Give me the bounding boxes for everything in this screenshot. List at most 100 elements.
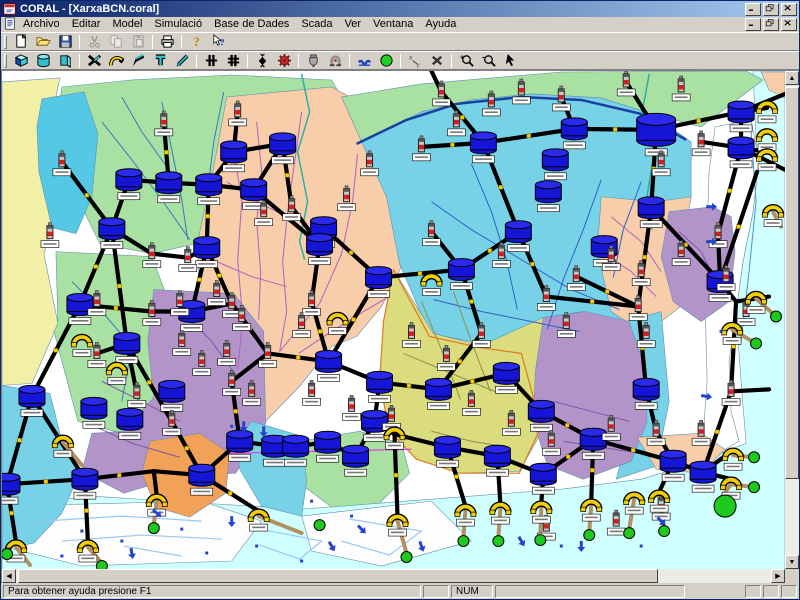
pipe-joint[interactable] bbox=[697, 119, 701, 123]
outlet-symbol[interactable] bbox=[493, 536, 504, 547]
control-valve-button[interactable] bbox=[251, 52, 273, 69]
tank-symbol[interactable] bbox=[535, 181, 561, 212]
pipe-joint[interactable] bbox=[470, 379, 474, 383]
outlet-symbol[interactable] bbox=[535, 535, 546, 546]
pipe-joint[interactable] bbox=[217, 274, 221, 278]
pointer-button[interactable] bbox=[499, 52, 521, 69]
tank-cylinder-button[interactable] bbox=[32, 52, 54, 69]
pipe-joint[interactable] bbox=[394, 473, 398, 477]
pump-curve-button[interactable] bbox=[105, 52, 127, 69]
pipe-joint[interactable] bbox=[469, 300, 473, 304]
tank-symbol[interactable] bbox=[316, 350, 342, 381]
print-button[interactable] bbox=[156, 33, 178, 50]
tank-symbol[interactable] bbox=[270, 133, 296, 164]
pipe-joint[interactable] bbox=[458, 359, 462, 363]
pipe-joint[interactable] bbox=[590, 300, 594, 304]
tank-symbol[interactable] bbox=[283, 435, 309, 466]
tank-symbol[interactable] bbox=[470, 132, 496, 163]
outlet-symbol[interactable] bbox=[751, 338, 762, 349]
menu-item-ver[interactable]: Ver bbox=[339, 17, 368, 32]
outlet-symbol[interactable] bbox=[458, 536, 469, 547]
pipe-joint[interactable] bbox=[565, 423, 569, 427]
restore-button[interactable] bbox=[763, 3, 779, 16]
pipe-joint[interactable] bbox=[613, 127, 617, 131]
pipe-joint[interactable] bbox=[234, 409, 238, 413]
tank-symbol[interactable] bbox=[116, 169, 142, 200]
tank-symbol[interactable] bbox=[493, 362, 519, 393]
tank-symbol[interactable] bbox=[156, 172, 182, 203]
pipe-joint[interactable] bbox=[460, 115, 464, 119]
pipe-joint[interactable] bbox=[94, 265, 98, 269]
pipe-joint[interactable] bbox=[114, 306, 118, 310]
pipe-pen-button[interactable] bbox=[127, 52, 149, 69]
open-folder-button[interactable] bbox=[32, 33, 54, 50]
tank-symbol[interactable] bbox=[99, 218, 125, 249]
tank-symbol[interactable] bbox=[81, 397, 107, 428]
pipe-joint[interactable] bbox=[54, 348, 58, 352]
tank-symbol[interactable] bbox=[425, 378, 451, 409]
menu-item-ventana[interactable]: Ventana bbox=[367, 17, 419, 32]
reservoir-prism-button[interactable] bbox=[54, 52, 76, 69]
zoom-in-button[interactable]: + bbox=[455, 52, 477, 69]
pipe-joint[interactable] bbox=[643, 255, 647, 259]
gear-button[interactable] bbox=[273, 52, 295, 69]
outlet-symbol[interactable] bbox=[314, 520, 325, 531]
outlet-symbol[interactable] bbox=[148, 523, 159, 534]
pipe-joint[interactable] bbox=[117, 284, 121, 288]
tank-symbol[interactable] bbox=[189, 464, 215, 495]
pipe-joint[interactable] bbox=[17, 438, 21, 442]
pipe-joint[interactable] bbox=[117, 473, 121, 477]
pipe-joint[interactable] bbox=[715, 430, 719, 434]
tank-symbol[interactable] bbox=[343, 445, 369, 476]
pipe-joint[interactable] bbox=[44, 480, 48, 484]
pipe-joint[interactable] bbox=[296, 355, 300, 359]
tank-symbol[interactable] bbox=[728, 101, 754, 132]
menu-item-archivo[interactable]: Archivo bbox=[17, 17, 66, 32]
tank-symbol[interactable] bbox=[434, 436, 460, 467]
draw-line-button[interactable] bbox=[171, 52, 193, 69]
pipe-joint[interactable] bbox=[450, 143, 454, 147]
pipe-segment[interactable] bbox=[731, 389, 769, 391]
pipe-joint[interactable] bbox=[228, 491, 232, 495]
scroll-up-button[interactable]: ▲ bbox=[785, 71, 799, 85]
tank-symbol[interactable] bbox=[366, 267, 392, 298]
plug-button[interactable] bbox=[302, 52, 324, 69]
coordinates-button[interactable]: xy bbox=[404, 52, 426, 69]
minimize-button[interactable] bbox=[745, 3, 761, 16]
pipe-joint[interactable] bbox=[631, 448, 635, 452]
pipe-joint[interactable] bbox=[9, 511, 13, 515]
outlet-symbol[interactable] bbox=[624, 528, 635, 539]
tank-symbol[interactable] bbox=[367, 371, 393, 402]
pipe-segment[interactable] bbox=[154, 471, 157, 496]
delete-x-button[interactable] bbox=[426, 52, 448, 69]
tank-symbol[interactable] bbox=[542, 149, 568, 180]
vertical-scroll-track[interactable] bbox=[785, 481, 799, 555]
outlet-symbol[interactable] bbox=[584, 530, 595, 541]
tank-symbol[interactable] bbox=[484, 445, 510, 476]
help-button[interactable]: ? bbox=[185, 33, 207, 50]
scroll-left-button[interactable]: ◀ bbox=[2, 569, 16, 583]
tank-symbol[interactable] bbox=[315, 431, 341, 462]
scroll-right-button[interactable]: ▶ bbox=[771, 569, 785, 583]
pipe-joint[interactable] bbox=[164, 150, 168, 154]
tank-symbol[interactable] bbox=[690, 461, 716, 492]
pipe-joint[interactable] bbox=[147, 380, 151, 384]
large-outlet-symbol[interactable] bbox=[714, 495, 736, 517]
pipe-joint[interactable] bbox=[85, 193, 89, 197]
tank-symbol[interactable] bbox=[2, 473, 20, 504]
pipe-joint[interactable] bbox=[407, 384, 411, 388]
source-circle-button[interactable] bbox=[375, 52, 397, 69]
junction-multi-button[interactable] bbox=[222, 52, 244, 69]
tank-symbol[interactable] bbox=[72, 468, 98, 499]
outlet-symbol[interactable] bbox=[771, 311, 782, 322]
child-minimize-button[interactable] bbox=[745, 18, 761, 31]
tank-symbol[interactable] bbox=[196, 174, 222, 205]
horizontal-scroll-track[interactable] bbox=[660, 569, 771, 583]
pipe-joint[interactable] bbox=[285, 173, 289, 177]
outlet-symbol[interactable] bbox=[749, 452, 760, 463]
menu-item-base-de-dades[interactable]: Base de Dades bbox=[208, 17, 295, 32]
regulator-button[interactable] bbox=[324, 52, 346, 69]
outlet-symbol[interactable] bbox=[401, 552, 412, 563]
tank-symbol[interactable] bbox=[638, 197, 664, 228]
pipe-joint[interactable] bbox=[318, 329, 322, 333]
